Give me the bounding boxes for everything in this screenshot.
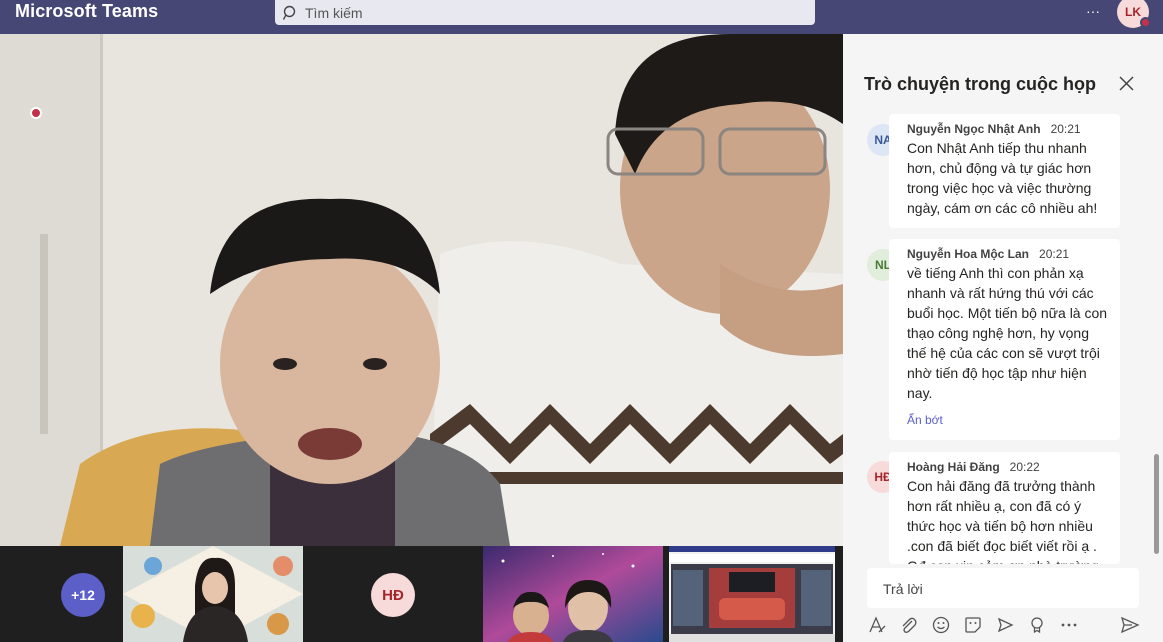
message-text: Con Nhật Anh tiếp thu nhanh hơn, chủ độn… xyxy=(907,140,1098,216)
title-bar: Microsoft Teams Tìm kiếm ··· LK xyxy=(0,0,1163,34)
schedule-meeting-icon[interactable] xyxy=(995,615,1015,635)
collapse-message-link[interactable]: Ẩn bớt xyxy=(907,413,1110,427)
participant-video-image-2 xyxy=(483,546,663,642)
participant-tile-video-2[interactable] xyxy=(483,546,663,642)
chat-title: Trò chuyện trong cuộc họp xyxy=(864,74,1097,94)
emoji-icon[interactable] xyxy=(931,615,951,635)
message-header: Nguyễn Ngọc Nhật Anh 20:21 xyxy=(907,122,1110,136)
chat-scrollbar[interactable] xyxy=(1154,454,1159,554)
meeting-chat-panel: Trò chuyện trong cuộc họp NA Nguyễn Ngọc… xyxy=(843,34,1163,642)
message-text: Con hải đăng đã trưởng thành hơn rất nhi… xyxy=(907,478,1099,564)
message-bubble[interactable]: Nguyễn Hoa Mộc Lan 20:21 về tiếng Anh thì… xyxy=(889,239,1120,440)
search-icon xyxy=(283,5,296,20)
message-header: Nguyễn Hoa Mộc Lan 20:21 xyxy=(907,247,1110,261)
message-time: 20:21 xyxy=(1050,122,1081,136)
format-icon[interactable] xyxy=(867,615,887,635)
sticker-icon[interactable] xyxy=(963,615,983,635)
busy-status-icon xyxy=(1140,17,1151,28)
send-icon[interactable] xyxy=(1120,616,1140,634)
more-icon[interactable] xyxy=(1059,615,1079,635)
main-video-feed[interactable] xyxy=(0,34,843,546)
search-box[interactable]: Tìm kiếm xyxy=(275,0,815,25)
reply-input[interactable]: Trả lời xyxy=(867,568,1139,608)
recording-indicator-icon xyxy=(30,107,42,119)
shared-screen-image xyxy=(669,546,835,642)
user-avatar[interactable]: LK xyxy=(1117,0,1151,28)
compose-toolbar xyxy=(867,614,1147,636)
message-bubble[interactable]: Nguyễn Ngọc Nhật Anh 20:21 Con Nhật Anh t… xyxy=(889,114,1120,228)
message-text: về tiếng Anh thì con phản xạ nhanh và rấ… xyxy=(907,265,1108,401)
sender-name: Nguyễn Hoa Mộc Lan xyxy=(907,247,1030,261)
participant-tile-video[interactable] xyxy=(123,546,303,642)
participant-video-image xyxy=(123,546,303,642)
shared-screen-tile[interactable] xyxy=(669,546,835,642)
attach-icon[interactable] xyxy=(899,615,919,635)
message-time: 20:21 xyxy=(1039,247,1070,261)
app-title: Microsoft Teams xyxy=(15,1,159,21)
participant-avatar-hd[interactable]: HĐ xyxy=(371,573,415,617)
message-header: Hoàng Hải Đăng 20:22 xyxy=(907,460,1110,474)
participant-strip: +12 HĐ xyxy=(0,546,843,642)
praise-icon[interactable] xyxy=(1027,615,1047,635)
user-initials: LK xyxy=(1125,5,1141,19)
video-frame-image xyxy=(0,34,843,546)
sender-name: Nguyễn Ngọc Nhật Anh xyxy=(907,122,1041,136)
more-options-button[interactable]: ··· xyxy=(1082,0,1104,22)
sender-name: Hoàng Hải Đăng xyxy=(907,460,1000,474)
search-placeholder: Tìm kiếm xyxy=(305,4,363,21)
close-icon[interactable] xyxy=(1117,74,1137,94)
overflow-participants-button[interactable]: +12 xyxy=(61,573,105,617)
message-bubble[interactable]: Hoàng Hải Đăng 20:22 Con hải đăng đã trưở… xyxy=(889,452,1120,564)
message-time: 20:22 xyxy=(1009,460,1040,474)
reply-placeholder: Trả lời xyxy=(883,581,923,597)
